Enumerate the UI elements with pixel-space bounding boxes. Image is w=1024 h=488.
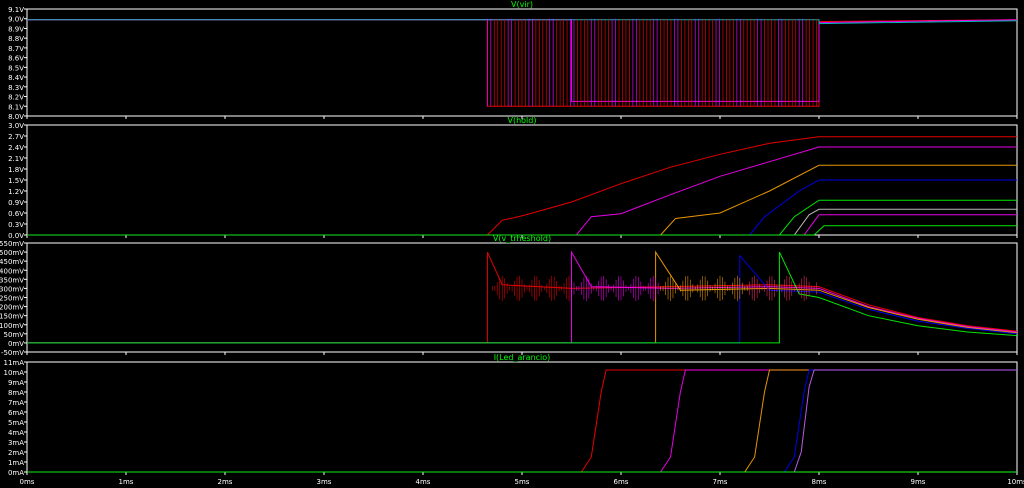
y-tick-label: 0.9V xyxy=(8,199,24,207)
y-tick-label: 1mA xyxy=(8,459,24,467)
y-tick-label: 7mA xyxy=(8,399,24,407)
y-tick-label: 6mA xyxy=(8,409,24,417)
y-tick-label: 1.5V xyxy=(8,177,24,185)
x-tick-label: 0ms xyxy=(20,478,35,486)
x-tick-label: 3ms xyxy=(317,478,332,486)
y-tick-label: 550mV xyxy=(0,240,24,248)
y-tick-label: 9mA xyxy=(8,379,24,387)
y-tick-label: 200mV xyxy=(0,304,24,312)
y-tick-label: 0.0V xyxy=(8,232,24,240)
y-tick-label: 2.7V xyxy=(8,133,24,141)
y-tick-label: 8.3V xyxy=(8,84,24,92)
y-tick-label: 8.1V xyxy=(8,103,24,111)
y-tick-label: 11mA xyxy=(3,359,24,367)
y-tick-label: 3mA xyxy=(8,439,24,447)
waveform-viewer: 9.1V 9.0V8.9V 8.8V 8.7V 8.6V8.5V 8.4V 8.3V 8.2V… xyxy=(0,0,1024,486)
pane-title: V(v_trheshold) xyxy=(493,234,551,243)
y-tick-label: 5mA xyxy=(8,419,24,427)
x-tick-label: 9ms xyxy=(911,478,926,486)
y-tick-label: 100mV xyxy=(0,322,24,330)
y-tick-label: 450mV xyxy=(0,258,24,266)
y-tick-label: 9.0V xyxy=(8,16,24,24)
y-tick-label: 9.1V xyxy=(8,6,24,14)
y-tick-label: 8.2V xyxy=(8,94,24,102)
x-tick-label: 6ms xyxy=(614,478,629,486)
pane-title: I(Led_arancio) xyxy=(494,353,551,362)
pane-title: V(vir) xyxy=(511,0,533,9)
y-tick-label: 2.1V xyxy=(8,155,24,163)
y-tick-label: 8.0V xyxy=(8,113,24,121)
x-tick-label: 8ms xyxy=(812,478,827,486)
y-tick-label: 2.4V xyxy=(8,144,24,152)
x-tick-label: 1ms xyxy=(119,478,134,486)
y-tick-label: 8mA xyxy=(8,389,24,397)
y-tick-label: -50mV xyxy=(1,349,24,357)
y-tick-label: 300mV xyxy=(0,285,24,293)
y-tick-label: 8.5V xyxy=(8,64,24,72)
y-tick-label: 0mV xyxy=(8,340,24,348)
x-tick-label: 10ms xyxy=(1007,478,1024,486)
y-tick-label: 0.6V xyxy=(8,210,24,218)
y-tick-label: 8.9V xyxy=(8,25,24,33)
y-tick-label: 10mA xyxy=(3,369,24,377)
x-tick-label: 4ms xyxy=(416,478,431,486)
y-tick-label: 0.3V xyxy=(8,221,24,229)
pane-title: V(hold) xyxy=(508,116,537,125)
plot-pane-4[interactable] xyxy=(26,361,1018,473)
x-tick-label: 2ms xyxy=(218,478,233,486)
y-tick-label: 2mA xyxy=(8,449,24,457)
y-tick-label: 8.6V xyxy=(8,55,24,63)
y-tick-label: 400mV xyxy=(0,267,24,275)
y-tick-label: 1.8V xyxy=(8,166,24,174)
y-tick-label: 8.4V xyxy=(8,74,24,82)
y-tick-label: 3.0V xyxy=(8,122,24,130)
y-tick-label: 500mV xyxy=(0,249,24,257)
y-tick-label: 8.7V xyxy=(8,45,24,53)
y-tick-label: 150mV xyxy=(0,313,24,321)
y-tick-label: 50mV xyxy=(3,331,24,339)
y-tick-label: 0mA xyxy=(8,469,24,477)
y-tick-label: 350mV xyxy=(0,276,24,284)
y-tick-label: 4mA xyxy=(8,429,24,437)
y-tick-label: 1.2V xyxy=(8,188,24,196)
y-tick-label: 250mV xyxy=(0,295,24,303)
x-tick-label: 7ms xyxy=(713,478,728,486)
x-tick-label: 5ms xyxy=(515,478,530,486)
y-tick-label: 8.8V xyxy=(8,35,24,43)
